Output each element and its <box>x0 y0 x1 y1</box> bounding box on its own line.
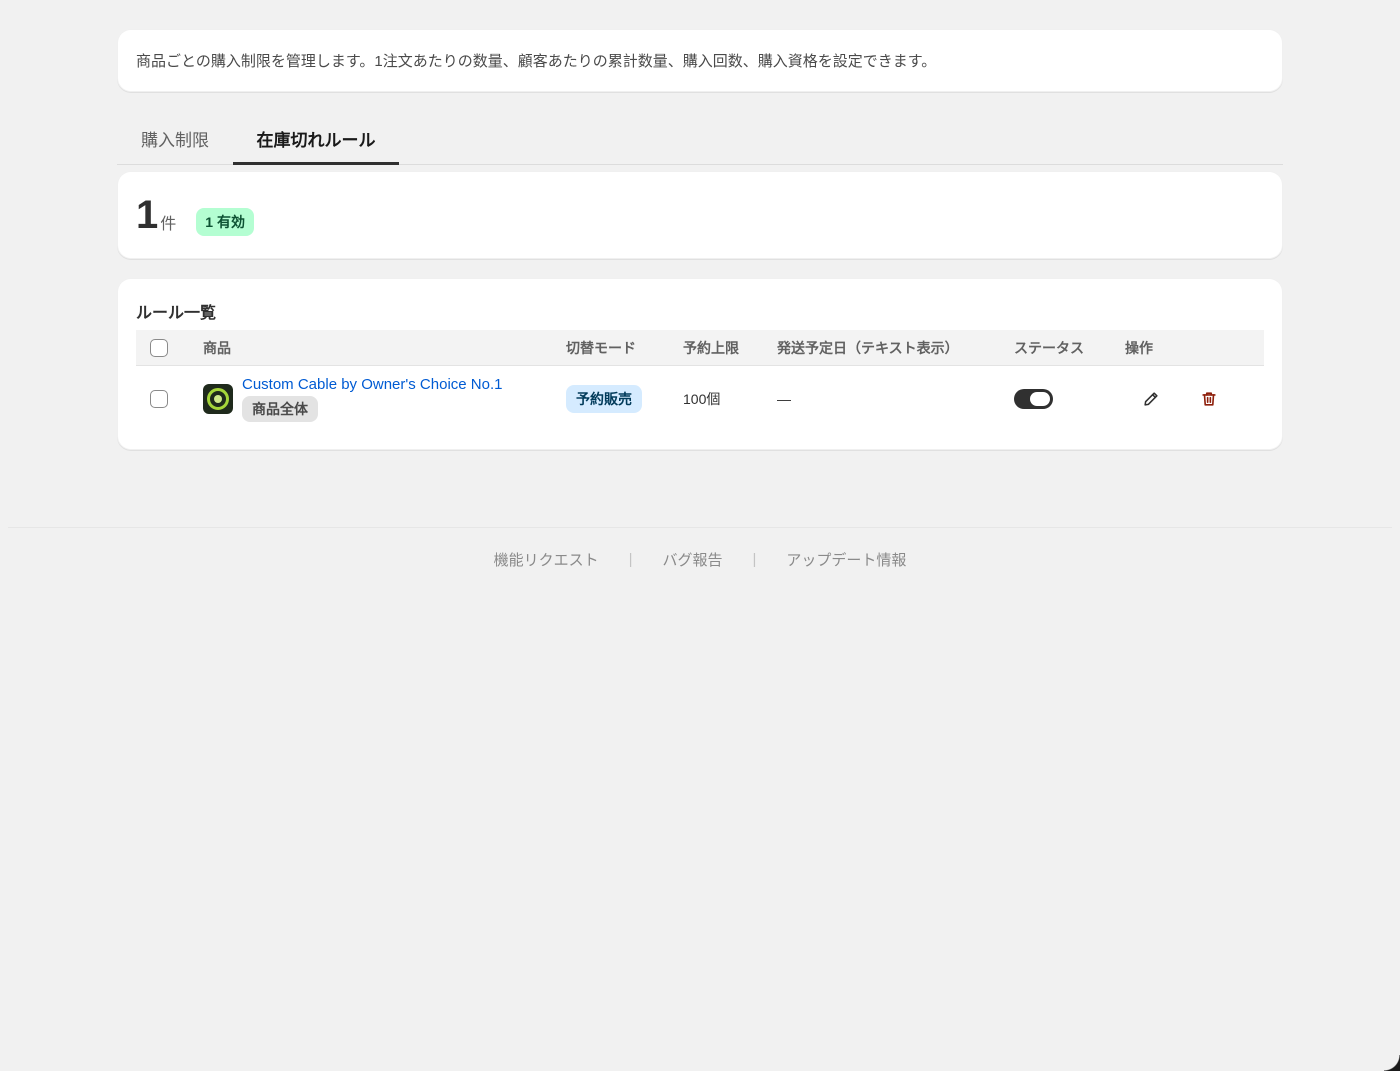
footer-link-updates[interactable]: アップデート情報 <box>786 549 906 570</box>
row-checkbox[interactable] <box>150 389 168 408</box>
scope-badge: 商品全体 <box>242 396 318 422</box>
product-thumbnail <box>203 383 233 414</box>
footer-link-bug-report[interactable]: バグ報告 <box>662 549 722 570</box>
status-toggle[interactable] <box>1014 388 1053 409</box>
delete-button[interactable] <box>1195 385 1223 413</box>
mode-badge: 予約販売 <box>566 384 642 413</box>
delete-cell <box>1195 366 1223 431</box>
mode-cell: 予約販売 <box>566 366 642 431</box>
footer-separator: | <box>628 551 633 568</box>
rules-card: ルール一覧 商品 切替モード 予約上限 発送予定日（テキスト表示） ステータス … <box>117 278 1283 450</box>
footer-divider <box>8 527 1392 528</box>
select-all-checkbox[interactable] <box>150 338 168 357</box>
column-header-limit: 予約上限 <box>683 339 739 356</box>
window-corner <box>1384 1055 1400 1071</box>
footer-separator: | <box>752 551 757 568</box>
tab-purchase-limits[interactable]: 購入制限 <box>117 112 233 164</box>
rule-count-unit: 件 <box>160 216 177 233</box>
footer-link-feature-request[interactable]: 機能リクエスト <box>494 549 599 570</box>
footer: 機能リクエスト | バグ報告 | アップデート情報 <box>0 549 1400 570</box>
select-all-cell <box>150 330 168 365</box>
rule-count: 1 <box>136 193 159 237</box>
edit-button[interactable] <box>1137 385 1165 413</box>
column-header-product: 商品 <box>203 339 231 356</box>
product-link[interactable]: Custom Cable by Owner's Choice No.1 <box>242 376 502 393</box>
rules-title: ルール一覧 <box>136 305 217 322</box>
trash-icon <box>1202 391 1216 406</box>
limit-cell: 100個 <box>683 390 721 407</box>
column-header-actions: 操作 <box>1125 339 1153 356</box>
intro-text: 商品ごとの購入制限を管理します。1注文あたりの数量、顧客あたりの累計数量、購入回… <box>136 53 937 70</box>
summary-card: 1 件 1 有効 <box>117 171 1283 259</box>
table-row: Custom Cable by Owner's Choice No.1 商品全体… <box>136 366 1264 431</box>
product-thumbnail-cell <box>203 366 233 431</box>
product-info: Custom Cable by Owner's Choice No.1 商品全体 <box>242 376 502 422</box>
edit-cell <box>1137 366 1165 431</box>
status-cell <box>1014 366 1053 431</box>
tab-bar: 購入制限 在庫切れルール <box>117 112 1283 165</box>
intro-card: 商品ごとの購入制限を管理します。1注文あたりの数量、顧客あたりの累計数量、購入回… <box>117 29 1283 92</box>
column-header-mode: 切替モード <box>566 339 636 356</box>
column-header-status: ステータス <box>1014 339 1084 356</box>
tab-out-of-stock-rules[interactable]: 在庫切れルール <box>233 112 399 165</box>
ship-date-cell: — <box>777 390 791 407</box>
rules-table: 商品 切替モード 予約上限 発送予定日（テキスト表示） ステータス 操作 Cus… <box>136 330 1264 431</box>
column-header-ship-date: 発送予定日（テキスト表示） <box>777 339 959 356</box>
row-select-cell <box>150 366 168 431</box>
pencil-icon <box>1144 391 1158 406</box>
active-count-badge: 1 有効 <box>196 208 254 236</box>
table-header: 商品 切替モード 予約上限 発送予定日（テキスト表示） ステータス 操作 <box>136 330 1264 366</box>
